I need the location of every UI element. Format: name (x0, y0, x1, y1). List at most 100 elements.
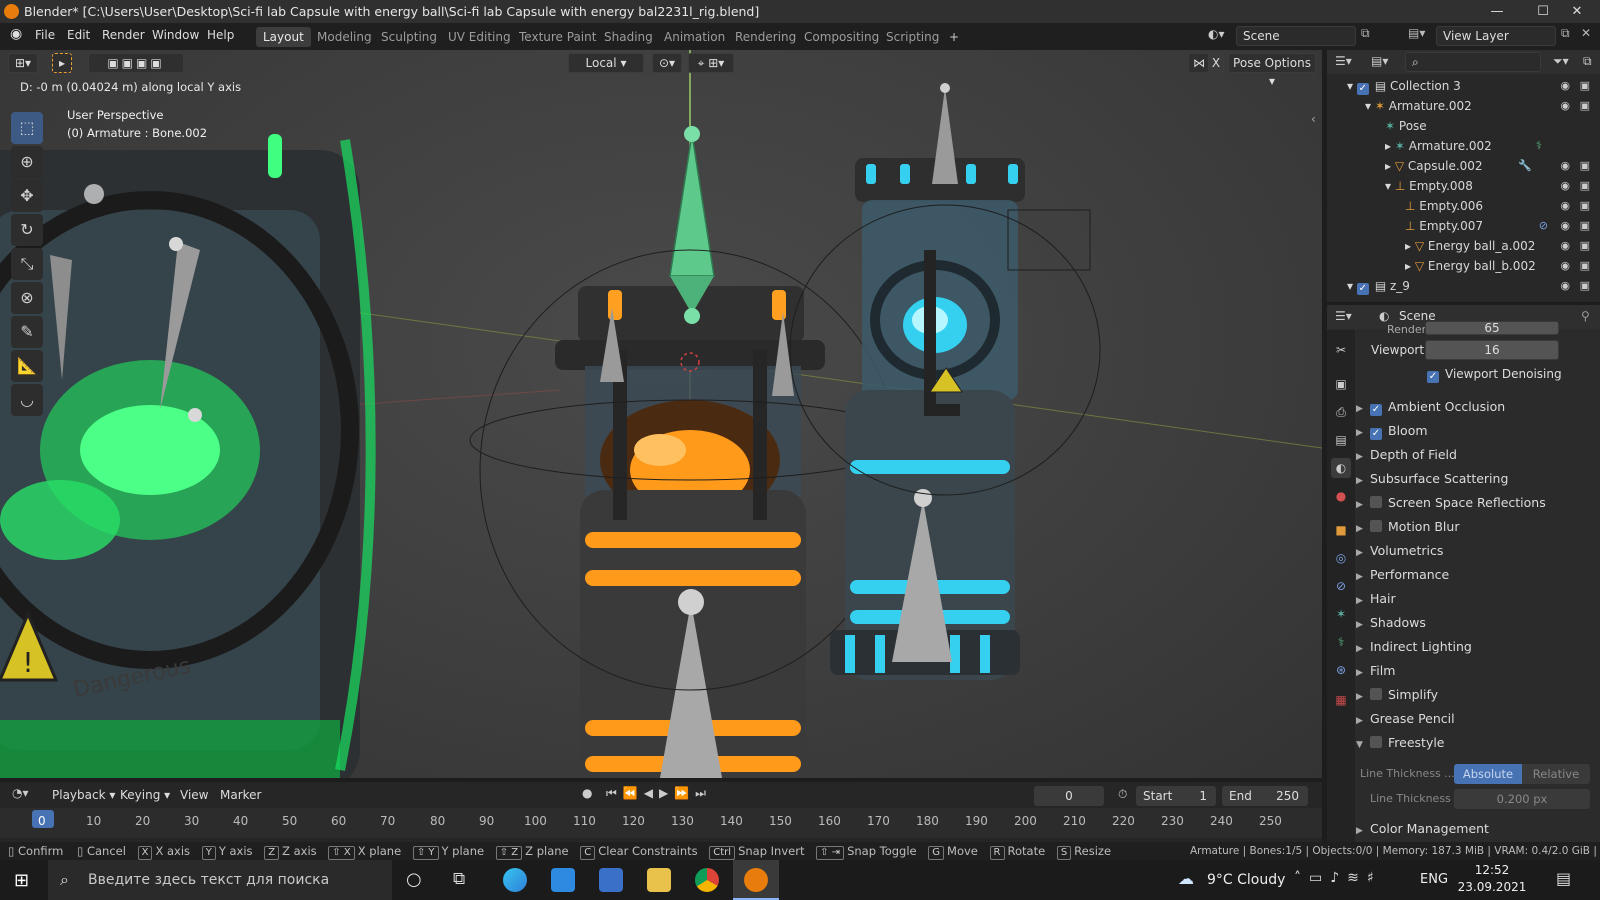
tab-layout[interactable]: Layout (256, 27, 311, 47)
cursor-icon[interactable]: ⊕ (11, 146, 43, 178)
close-button[interactable]: ✕ (1554, 0, 1600, 23)
mirror-icon[interactable]: ⋈ (1188, 53, 1210, 73)
new-scene-icon[interactable]: ⧉ (1361, 26, 1370, 41)
camera-icon[interactable]: ▣ (1580, 156, 1590, 176)
eye-icon[interactable]: ◉ (1560, 236, 1570, 256)
bone-roll-icon[interactable]: ◡ (11, 384, 43, 416)
viewport-samples-field[interactable]: 16 (1425, 340, 1559, 360)
tab-modeling[interactable]: Modeling (310, 27, 379, 47)
tab-animation[interactable]: Animation (657, 27, 732, 47)
pose-options-dropdown[interactable]: Pose Options ▾ (1228, 53, 1316, 88)
outliner-row-empty-006[interactable]: ⊥ Empty.006 ◉ ▣ (1327, 196, 1600, 216)
playback-menu[interactable]: Playback ▾ (52, 788, 115, 802)
outliner-editor-icon[interactable]: ☰▾ (1335, 54, 1352, 68)
panel-hair[interactable]: ▶ Hair (1356, 588, 1596, 610)
camera-icon[interactable]: ▣ (1580, 96, 1590, 116)
windows-start-icon[interactable]: ⊞ (14, 870, 29, 891)
mail-icon[interactable] (551, 868, 575, 892)
eye-icon[interactable]: ◉ (1560, 96, 1570, 116)
camera-icon[interactable]: ▣ (1580, 216, 1590, 236)
camera-icon[interactable]: ▣ (1580, 256, 1590, 276)
store-icon[interactable] (599, 868, 623, 892)
armature-data-tab-icon[interactable]: ✶ (1331, 604, 1351, 624)
outliner-row-energy-ball-b[interactable]: ▸ ▽ Energy ball_b.002 ◉ ▣ (1327, 256, 1600, 276)
outliner-row-z9[interactable]: ▾ ✓ ▤ z_9 ◉ ▣ (1327, 276, 1600, 296)
system-tray-icons[interactable]: ˄▭♪≋♯ (1294, 870, 1382, 886)
scene-icon[interactable]: ◐▾ (1208, 27, 1225, 41)
sidebar-toggle-icon[interactable]: ‹ (1311, 112, 1316, 126)
edge-icon[interactable] (503, 868, 527, 892)
camera-icon[interactable]: ▣ (1580, 236, 1590, 256)
tab-scripting[interactable]: Scripting (879, 27, 946, 47)
transform-icon[interactable]: ⊗ (11, 282, 43, 314)
outliner-row-armature-data[interactable]: ▸ ✶ Armature.002 ⚕ (1327, 136, 1600, 156)
world-tab-icon[interactable]: ● (1331, 486, 1351, 506)
camera-icon[interactable]: ▣ (1580, 196, 1590, 216)
properties-editor-icon[interactable]: ☰▾ (1335, 309, 1352, 323)
display-mode-icon[interactable]: ▤▾ (1371, 54, 1388, 68)
editor-type-icon[interactable]: ⊞▾ (8, 53, 38, 73)
scene-tab-icon[interactable]: ◐ (1331, 458, 1351, 478)
weather-text[interactable]: 9°C Cloudy (1207, 872, 1285, 888)
menu-render[interactable]: Render (102, 28, 145, 42)
blender-menu-icon[interactable]: ◉ (10, 26, 22, 42)
view-layer-selector[interactable]: View Layer (1436, 26, 1556, 46)
selection-mode-buttons[interactable]: ▣▣▣▣ (88, 53, 184, 73)
absolute-button[interactable]: Absolute (1454, 764, 1522, 784)
tab-rendering[interactable]: Rendering (728, 27, 803, 47)
constraint-tab-icon[interactable]: ⊘ (1331, 576, 1351, 596)
panel-motion-blur[interactable]: ▶ Motion Blur (1356, 516, 1596, 538)
eye-icon[interactable]: ◉ (1560, 216, 1570, 236)
menu-edit[interactable]: Edit (67, 28, 90, 42)
bone-constraint-tab-icon[interactable]: ⊛ (1331, 660, 1351, 680)
panel-volumetrics[interactable]: ▶ Volumetrics (1356, 540, 1596, 562)
move-icon[interactable]: ✥ (11, 180, 43, 212)
texture-tab-icon[interactable]: ▦ (1331, 690, 1351, 710)
bone-tab-icon[interactable]: ⚕ (1331, 632, 1351, 652)
remove-view-layer-icon[interactable]: ✕ (1581, 26, 1591, 40)
camera-icon[interactable]: ▣ (1580, 276, 1590, 296)
render-tab-icon[interactable]: ▣ (1331, 374, 1351, 394)
eye-icon[interactable]: ◉ (1560, 76, 1570, 96)
measure-icon[interactable]: 📐 (11, 350, 43, 382)
rotate-icon[interactable]: ↻ (11, 214, 43, 246)
cortana-icon[interactable]: ○ (406, 869, 422, 890)
view-menu[interactable]: View (180, 788, 208, 802)
new-collection-icon[interactable]: ⧉ (1583, 54, 1592, 69)
eye-icon[interactable]: ◉ (1560, 176, 1570, 196)
menu-window[interactable]: Window (152, 28, 199, 42)
clock-time[interactable]: 12:52 (1462, 863, 1522, 877)
task-view-icon[interactable]: ⧉ (453, 869, 465, 889)
relative-button[interactable]: Relative (1522, 764, 1590, 784)
physics-tab-icon[interactable]: ◎ (1331, 548, 1351, 568)
taskbar-search-input[interactable]: ⌕ Введите здесь текст для поиска (48, 860, 392, 900)
panel-film[interactable]: ▶ Film (1356, 660, 1596, 682)
select-mode-icon[interactable]: ▸ (52, 53, 72, 73)
camera-icon[interactable]: ▣ (1580, 176, 1590, 196)
record-icon[interactable]: ● (582, 786, 592, 800)
keying-menu[interactable]: Keying ▾ (120, 788, 170, 802)
panel-subsurface-scattering[interactable]: ▶ Subsurface Scattering (1356, 468, 1596, 490)
language-indicator[interactable]: ENG (1420, 872, 1448, 887)
outliner-search-input[interactable]: ⌕ (1405, 52, 1541, 72)
pin-icon[interactable]: ⚲ (1581, 309, 1590, 323)
tab-sculpting[interactable]: Sculpting (374, 27, 444, 47)
object-tab-icon[interactable]: ■ (1331, 520, 1351, 540)
scene-selector[interactable]: Scene (1236, 26, 1356, 46)
panel-freestyle[interactable]: ▼ Freestyle (1356, 732, 1596, 754)
outliner-row-energy-ball-a[interactable]: ▸ ▽ Energy ball_a.002 ◉ ▣ (1327, 236, 1600, 256)
playback-controls[interactable]: ⏮⏪◀▶⏩⏭ (606, 786, 712, 801)
timeline-editor-icon[interactable]: ◔▾ (12, 786, 29, 800)
clock-icon[interactable]: ⏱ (1118, 787, 1127, 802)
tab-compositing[interactable]: Compositing (797, 27, 886, 47)
panel-ambient-occlusion[interactable]: ▶ ✓ Ambient Occlusion (1356, 396, 1596, 418)
menu-file[interactable]: File (35, 28, 55, 42)
panel-grease-pencil[interactable]: ▶ Grease Pencil (1356, 708, 1596, 730)
view-layer-tab-icon[interactable]: ▤ (1331, 430, 1351, 450)
panel-color-management[interactable]: ▶ Color Management (1356, 818, 1596, 840)
blender-taskbar-item[interactable] (733, 860, 779, 900)
camera-icon[interactable]: ▣ (1580, 76, 1590, 96)
mirror-x-toggle[interactable]: X (1208, 53, 1224, 73)
output-tab-icon[interactable]: ⎙ (1331, 402, 1351, 422)
minimize-button[interactable]: — (1474, 0, 1520, 23)
